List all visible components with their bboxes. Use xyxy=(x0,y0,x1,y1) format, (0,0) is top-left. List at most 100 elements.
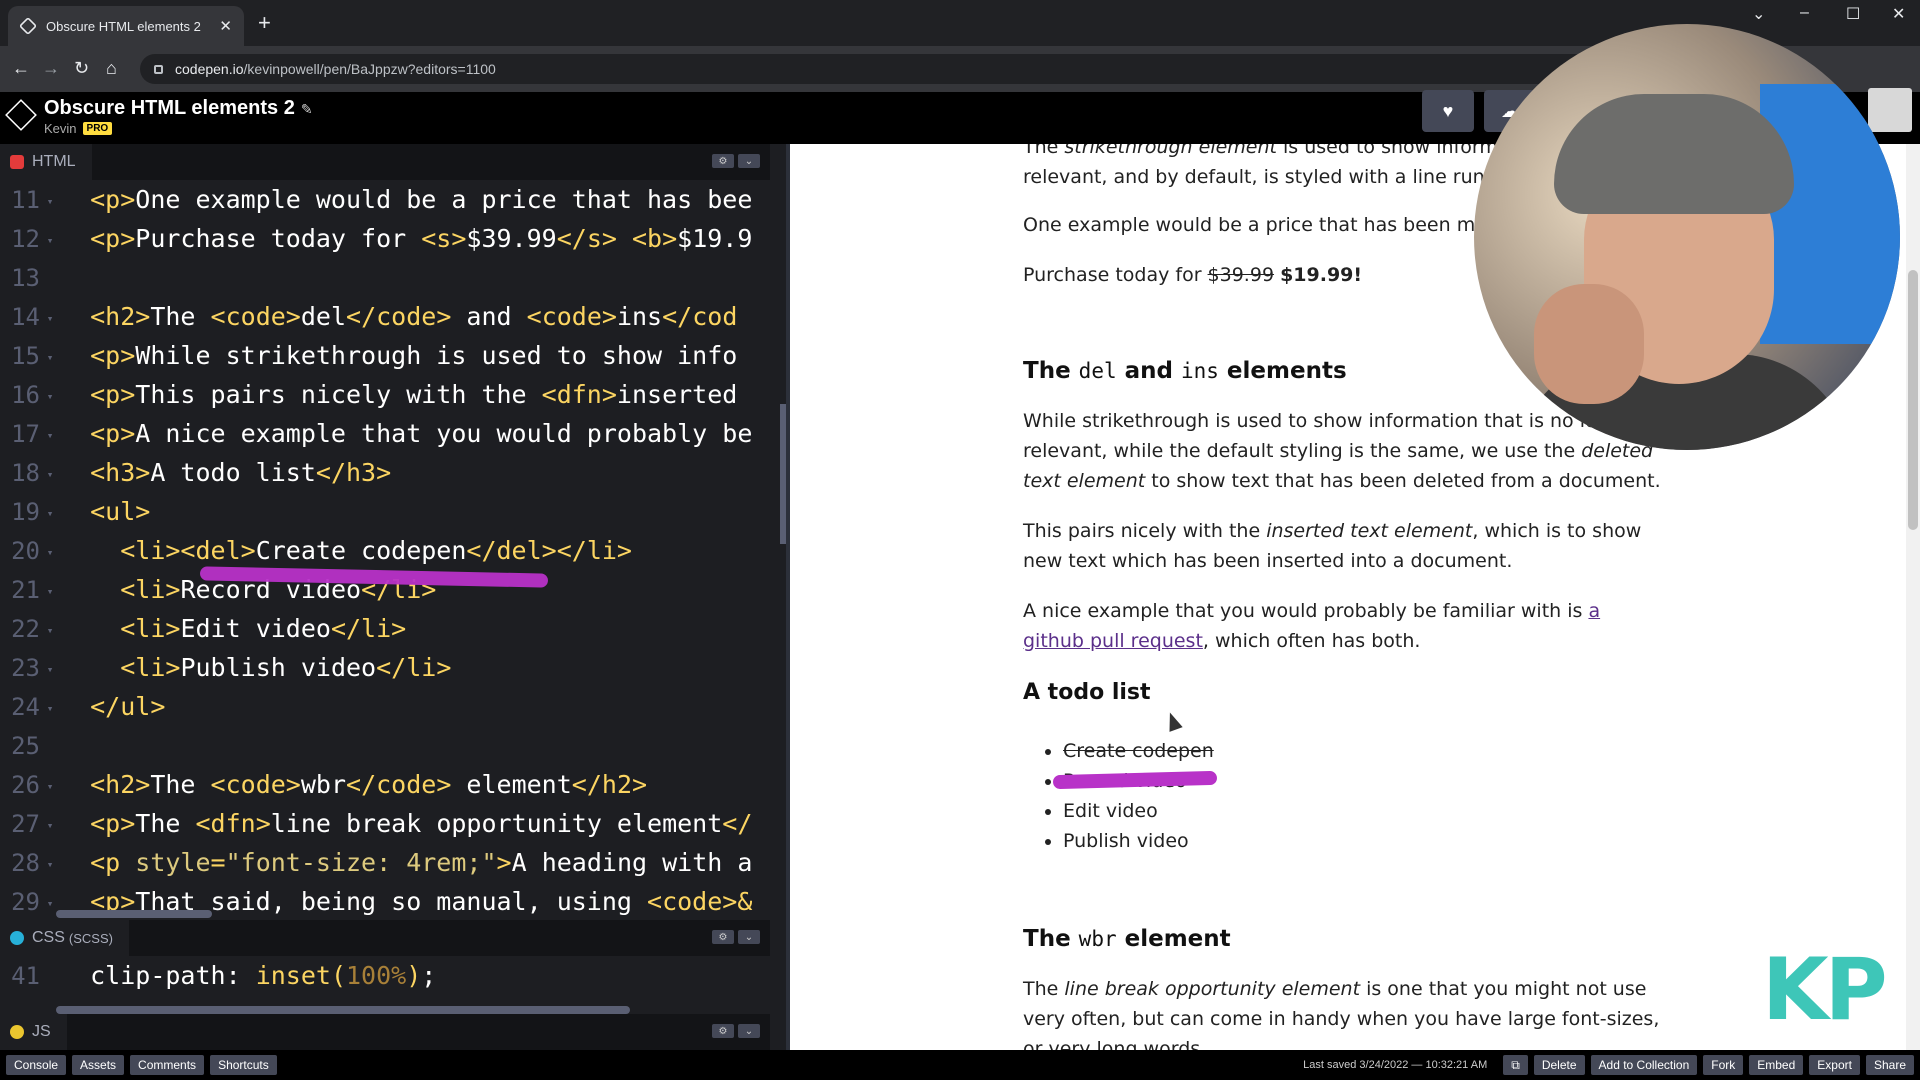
html-code-editor[interactable]: 11 ▾ <p>One example would be a price that… xyxy=(0,180,770,920)
chevron-down-icon[interactable]: ⌄ xyxy=(738,154,760,168)
fork-button[interactable]: Fork xyxy=(1703,1055,1744,1075)
codepen-footer: Console Assets Comments Shortcuts Last s… xyxy=(0,1050,1920,1080)
code-line: 16 ▾ <p>This pairs nicely with the <dfn>i… xyxy=(0,375,770,414)
fold-arrow-icon[interactable]: ▾ xyxy=(40,806,60,845)
back-icon[interactable]: ← xyxy=(12,58,30,79)
new-price: $19.99! xyxy=(1280,264,1363,286)
code-line: 11 ▾ <p>One example would be a price that… xyxy=(0,180,770,219)
code-line: 18 ▾ <h3>A todo list</h3> xyxy=(0,453,770,492)
fold-arrow-icon[interactable]: ▾ xyxy=(40,338,60,377)
line-number: 13 xyxy=(11,264,40,292)
export-button[interactable]: Export xyxy=(1809,1055,1860,1075)
reload-icon[interactable]: ↻ xyxy=(74,58,89,79)
css-chevron-down-icon[interactable]: ⌄ xyxy=(738,930,760,944)
webcam-background xyxy=(1760,84,1900,344)
html-panel-tab[interactable]: HTML xyxy=(0,144,92,180)
close-window-icon[interactable]: ✕ xyxy=(1892,4,1905,24)
css-panel-tab[interactable]: CSS (SCSS) xyxy=(0,920,129,956)
js-panel-tab[interactable]: JS xyxy=(0,1014,67,1050)
line-number: 27 xyxy=(11,810,40,838)
js-settings-gear-icon[interactable]: ⚙ xyxy=(712,1024,734,1038)
url-host: codepen.io xyxy=(175,61,244,77)
owner-name[interactable]: Kevin xyxy=(44,121,77,136)
html-horizontal-scrollbar[interactable] xyxy=(56,910,212,918)
fold-arrow-icon[interactable]: ▾ xyxy=(40,572,60,611)
add-to-collection-button[interactable]: Add to Collection xyxy=(1590,1055,1698,1075)
css-code-editor[interactable]: 41 clip-path: inset(100%); xyxy=(0,956,770,1004)
minimize-icon[interactable]: – xyxy=(1800,4,1809,22)
fold-arrow-icon[interactable] xyxy=(40,260,60,299)
code-text: <h2>The <code>wbr</code> element</h2> xyxy=(90,770,648,799)
preview-para-pairs: This pairs nicely with the inserted text… xyxy=(1023,520,1642,572)
fold-arrow-icon[interactable]: ▾ xyxy=(40,455,60,494)
js-chevron-down-icon[interactable]: ⌄ xyxy=(738,1024,760,1038)
fold-arrow-icon[interactable]: ▾ xyxy=(40,416,60,455)
html-panel-label: HTML xyxy=(32,153,76,170)
share-button[interactable]: Share xyxy=(1865,1055,1914,1075)
line-number: 17 xyxy=(11,420,40,448)
presenter-hand xyxy=(1534,284,1644,404)
fold-arrow-icon[interactable]: ▾ xyxy=(40,221,60,260)
settings-gear-icon[interactable]: ⚙ xyxy=(712,154,734,168)
fold-arrow-icon[interactable]: ▾ xyxy=(40,767,60,806)
webcam-overlay xyxy=(1474,24,1900,450)
love-button[interactable]: ♥ xyxy=(1422,90,1474,132)
maximize-icon[interactable]: ☐ xyxy=(1846,4,1860,24)
close-tab-icon[interactable]: ✕ xyxy=(219,17,232,35)
line-number: 26 xyxy=(11,771,40,799)
preview-scrollbar-thumb[interactable] xyxy=(1908,270,1918,530)
js-panel-label: JS xyxy=(32,1023,51,1040)
fold-arrow-icon[interactable]: ▾ xyxy=(40,611,60,650)
editor-column: HTML ⚙ ⌄ 11 ▾ <p>One example would be a p… xyxy=(0,144,790,1050)
assets-button[interactable]: Assets xyxy=(72,1055,125,1075)
code-line: 27 ▾ <p>The <dfn>line break opportunity e… xyxy=(0,804,770,843)
fold-arrow-icon[interactable]: ▾ xyxy=(40,650,60,689)
fold-arrow-icon[interactable]: ▾ xyxy=(40,533,60,572)
code-text: <ul> xyxy=(90,497,151,526)
code-text: </ul> xyxy=(90,692,166,721)
code-text: <li>Edit video</li> xyxy=(120,614,407,643)
line-number: 22 xyxy=(11,615,40,643)
forward-icon[interactable]: → xyxy=(42,58,60,79)
line-number: 16 xyxy=(11,381,40,409)
fold-arrow-icon[interactable]: ▾ xyxy=(40,377,60,416)
fold-arrow-icon[interactable]: ▾ xyxy=(40,689,60,728)
code-text: <p style="font-size: 4rem;">A heading wi… xyxy=(90,848,753,877)
line-number: 19 xyxy=(11,498,40,526)
codepen-logo-icon[interactable] xyxy=(5,99,37,131)
css-horizontal-scrollbar[interactable] xyxy=(56,1006,630,1014)
browser-tab[interactable]: Obscure HTML elements 2 ✕ xyxy=(8,6,244,46)
home-icon[interactable]: ⌂ xyxy=(106,58,117,79)
fold-arrow-icon[interactable] xyxy=(40,728,60,767)
pen-title[interactable]: Obscure HTML elements 2 ✎ xyxy=(44,97,313,120)
line-number: 41 xyxy=(11,962,40,990)
address-bar[interactable]: codepen.io /kevinpowell/pen/BaJppzw?edit… xyxy=(140,54,1780,84)
tab-search-icon[interactable]: ⌄ xyxy=(1752,4,1765,24)
line-number: 12 xyxy=(11,225,40,253)
code-line: 22 ▾ <li>Edit video</li> xyxy=(0,609,770,648)
code-text: <li>Publish video</li> xyxy=(120,653,452,682)
fold-arrow-icon[interactable]: ▾ xyxy=(40,845,60,884)
fold-arrow-icon[interactable]: ▾ xyxy=(40,182,60,221)
line-number: 14 xyxy=(11,303,40,331)
fold-arrow-icon[interactable]: ▾ xyxy=(40,299,60,338)
pro-badge: PRO xyxy=(82,122,113,135)
console-button[interactable]: Console xyxy=(6,1055,67,1075)
css-panel-header: CSS (SCSS) ⚙ ⌄ xyxy=(0,920,770,956)
preview-heading-wbr: The wbr element xyxy=(1023,926,1231,952)
js-panel-header: JS ⚙ ⌄ xyxy=(0,1014,770,1050)
comments-button[interactable]: Comments xyxy=(130,1055,205,1075)
delete-button[interactable]: Delete xyxy=(1533,1055,1585,1075)
open-external-icon[interactable]: ⧉ xyxy=(1503,1055,1528,1075)
old-price: $39.99 xyxy=(1207,264,1275,286)
new-tab-icon[interactable]: + xyxy=(258,10,271,36)
fold-arrow-icon[interactable]: ▾ xyxy=(40,494,60,533)
pencil-icon[interactable]: ✎ xyxy=(301,101,313,117)
shortcuts-button[interactable]: Shortcuts xyxy=(210,1055,277,1075)
pen-owner: Kevin PRO xyxy=(44,121,113,136)
css-settings-gear-icon[interactable]: ⚙ xyxy=(712,930,734,944)
code-text: <p>A nice example that you would probabl… xyxy=(90,419,753,448)
embed-button[interactable]: Embed xyxy=(1749,1055,1804,1075)
